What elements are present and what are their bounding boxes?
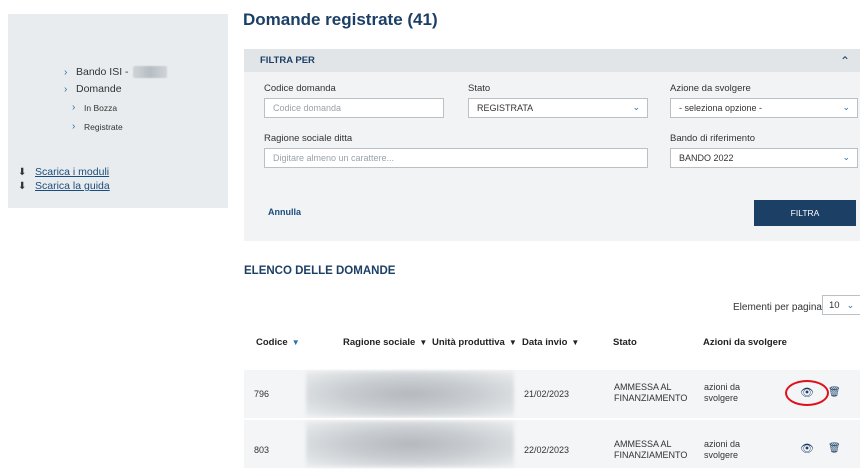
- cell-stato: AMMESSA AL FINANZIAMENTO: [614, 439, 687, 461]
- eye-icon[interactable]: 👁: [800, 442, 814, 455]
- azione-label: Azione da svolgere: [670, 83, 751, 94]
- column-header-label: Codice: [256, 337, 288, 348]
- column-header-label: Azioni da svolgere: [703, 337, 787, 348]
- bando-value: BANDO 2022: [679, 153, 734, 163]
- cell-azioni-line2: svolgere: [704, 393, 739, 403]
- column-header-label: Stato: [613, 337, 637, 348]
- per-page-select[interactable]: 10 ⌄: [822, 295, 860, 315]
- cell-codice: 803: [254, 445, 270, 455]
- filter-header[interactable]: FILTRA PER ⌃: [244, 49, 860, 72]
- chevron-right-icon: ›: [64, 66, 68, 78]
- chevron-right-icon: ›: [72, 121, 76, 132]
- ragione-input[interactable]: Digitare almeno un carattere...: [264, 148, 648, 168]
- azione-value: - seleziona opzione -: [679, 103, 763, 113]
- bando-label: Bando di riferimento: [670, 133, 756, 144]
- stato-label: Stato: [468, 83, 491, 94]
- stato-select[interactable]: REGISTRATA ⌄: [468, 98, 648, 118]
- column-header-label: Unità produttiva: [432, 337, 505, 348]
- download-guida[interactable]: ⬇ Scarica la guida: [18, 180, 110, 192]
- sidebar-item-label: In Bozza: [84, 102, 118, 113]
- azione-select[interactable]: - seleziona opzione - ⌄: [670, 98, 858, 118]
- column-header-ragione-sociale[interactable]: Ragione sociale ▼: [343, 337, 427, 348]
- sort-down-icon: ▼: [508, 338, 517, 347]
- trash-icon[interactable]: 🗑: [828, 443, 841, 454]
- sidebar-item-label: Registrate: [84, 121, 123, 132]
- sort-down-icon: ▼: [571, 338, 580, 347]
- chevron-up-icon[interactable]: ⌃: [840, 54, 850, 68]
- cell-stato-line1: AMMESSA AL: [614, 439, 672, 449]
- table-row: 796 21/02/2023 AMMESSA AL FINANZIAMENTO …: [244, 370, 860, 418]
- cell-azioni: azioni da svolgere: [704, 439, 740, 461]
- per-page-label: Elementi per pagina: [733, 302, 822, 313]
- cell-data-invio: 21/02/2023: [524, 389, 570, 399]
- column-header-label: Data invio: [522, 337, 568, 348]
- column-header-unita-produttiva[interactable]: Unità produttiva ▼: [432, 337, 517, 348]
- sidebar-item-label: Bando ISI -: [76, 66, 129, 78]
- cell-stato-line2: FINANZIAMENTO: [614, 393, 688, 403]
- column-header-codice[interactable]: Codice ▼: [256, 337, 300, 348]
- download-moduli[interactable]: ⬇ Scarica i moduli: [18, 166, 109, 178]
- chevron-down-icon: ⌄: [632, 102, 640, 112]
- chevron-down-icon: ⌄: [846, 299, 855, 310]
- cell-azioni: azioni da svolgere: [704, 382, 740, 404]
- cell-azioni-line1: azioni da: [704, 382, 741, 392]
- sidebar-item-label: Domande: [76, 83, 122, 95]
- cell-codice: 796: [254, 389, 270, 399]
- ragione-label: Ragione sociale ditta: [264, 133, 353, 144]
- cell-stato-line1: AMMESSA AL: [614, 382, 672, 392]
- download-guida-link[interactable]: Scarica la guida: [35, 180, 110, 192]
- redacted-text: [132, 66, 167, 78]
- chevron-right-icon: ›: [72, 102, 76, 113]
- redacted-cell: [306, 421, 514, 467]
- stato-value: REGISTRATA: [477, 103, 534, 113]
- redacted-cell: [306, 371, 514, 417]
- cell-stato: AMMESSA AL FINANZIAMENTO: [614, 382, 687, 404]
- sort-down-icon: ▼: [291, 338, 300, 347]
- codice-label: Codice domanda: [264, 83, 336, 94]
- column-header-stato: Stato: [613, 337, 637, 348]
- download-moduli-link[interactable]: Scarica i moduli: [35, 166, 109, 178]
- sidebar-item-domande[interactable]: › Domande: [64, 83, 122, 95]
- eye-icon[interactable]: 👁: [800, 386, 814, 399]
- per-page-value: 10: [829, 299, 840, 311]
- cell-azioni-line2: svolgere: [704, 450, 739, 460]
- chevron-right-icon: ›: [64, 83, 68, 95]
- cell-stato-line2: FINANZIAMENTO: [614, 450, 688, 460]
- download-icon: ⬇: [18, 166, 27, 178]
- column-header-azioni: Azioni da svolgere: [703, 337, 787, 348]
- chevron-down-icon: ⌄: [842, 152, 850, 162]
- cell-data-invio: 22/02/2023: [524, 445, 570, 455]
- cell-azioni-line1: azioni da: [704, 439, 741, 449]
- annulla-link[interactable]: Annulla: [268, 207, 301, 217]
- filtra-button[interactable]: FILTRA: [754, 200, 856, 226]
- table-row: 803 22/02/2023 AMMESSA AL FINANZIAMENTO …: [244, 420, 860, 468]
- filter-title: FILTRA PER: [260, 55, 315, 66]
- sidebar: › Bando ISI - › Domande › In Bozza › Reg…: [8, 14, 228, 208]
- sort-down-icon: ▼: [419, 338, 428, 347]
- filter-panel: FILTRA PER ⌃ Codice domanda Codice doman…: [244, 49, 860, 241]
- download-icon: ⬇: [18, 180, 27, 192]
- sidebar-item-bando[interactable]: › Bando ISI -: [64, 66, 167, 78]
- bando-select[interactable]: BANDO 2022 ⌄: [670, 148, 858, 168]
- list-title: ELENCO DELLE DOMANDE: [244, 265, 396, 277]
- codice-input[interactable]: Codice domanda: [264, 98, 444, 118]
- chevron-down-icon: ⌄: [842, 102, 850, 112]
- column-header-data-invio[interactable]: Data invio ▼: [522, 337, 579, 348]
- trash-icon[interactable]: 🗑: [828, 387, 841, 398]
- sidebar-item-registrate[interactable]: › Registrate: [72, 121, 123, 132]
- page-title: Domande registrate (41): [243, 10, 438, 29]
- column-header-label: Ragione sociale: [343, 337, 416, 348]
- sidebar-item-in-bozza[interactable]: › In Bozza: [72, 102, 117, 113]
